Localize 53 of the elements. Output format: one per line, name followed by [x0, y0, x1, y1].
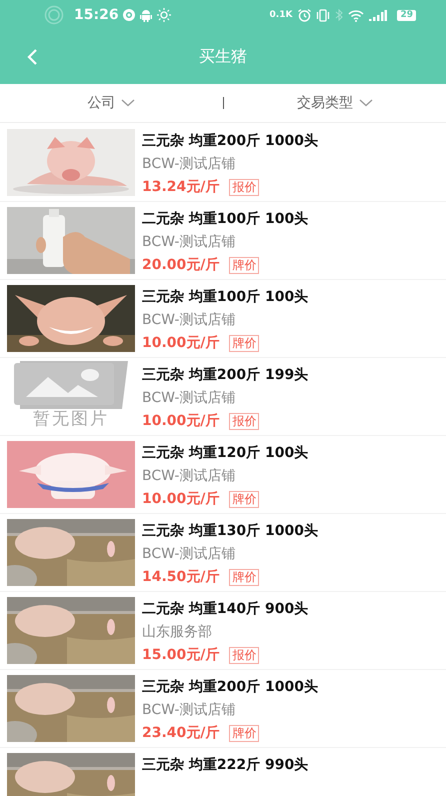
shop-name: BCW-测试店铺: [142, 233, 236, 252]
price-type-label: 牌价: [229, 568, 260, 586]
price-type-label: 牌价: [229, 334, 260, 352]
price-type-label: 报价: [229, 412, 260, 430]
alarm-icon: [298, 8, 312, 22]
listing-title: 三元杂 均重200斤 1000头: [142, 678, 318, 697]
chevron-left-icon: [26, 48, 38, 66]
price-text: 15.00元/斤: [142, 646, 220, 665]
price-type-label: 报价: [229, 178, 260, 196]
shop-name: 山东服务部: [142, 623, 213, 642]
filter-dropdown[interactable]: 交易类型: [292, 90, 377, 116]
wifi-icon: [348, 8, 364, 22]
shop-name: BCW-测试店铺: [142, 467, 236, 486]
listing-title: 三元杂 均重222斤 990头: [142, 756, 308, 775]
shop-name: BCW-测试店铺: [142, 701, 236, 720]
price-type-label: 牌价: [229, 490, 260, 508]
clock-time: 15:26: [74, 7, 119, 23]
brightness-icon: [156, 8, 171, 22]
notification-icon: [122, 9, 135, 21]
chevron-down-icon: [121, 99, 136, 107]
price-text: 23.40元/斤: [142, 724, 220, 743]
price-text: 10.00元/斤: [142, 412, 220, 431]
price-text: 20.00元/斤: [142, 256, 220, 275]
listing-title: 三元杂 均重100斤 100头: [142, 288, 308, 307]
signal-icon: [369, 10, 388, 20]
listing-title: 二元杂 均重100斤 100头: [142, 210, 308, 229]
listing-title: 三元杂 均重130斤 1000头: [142, 522, 318, 541]
price-text: 14.50元/斤: [142, 568, 220, 587]
listing-title: 三元杂 均重200斤 199头: [142, 366, 308, 385]
page-title: 买生猪: [199, 46, 247, 68]
battery-level: 29: [397, 10, 416, 20]
price-type-label: 牌价: [229, 256, 260, 274]
shop-name: BCW-测试店铺: [142, 389, 236, 408]
filter-dropdown[interactable]: 公司: [83, 90, 140, 116]
listing-title: 三元杂 均重120斤 100头: [142, 444, 308, 463]
price-text: 10.00元/斤: [142, 490, 220, 509]
listing-title: 二元杂 均重140斤 900头: [142, 600, 308, 619]
image-placeholder-icon: [12, 359, 130, 409]
vibrate-icon: [316, 8, 330, 22]
price-text: 10.00元/斤: [142, 334, 220, 353]
camera-ring-icon: [44, 5, 64, 25]
listing-title: 三元杂 均重200斤 1000头: [142, 132, 318, 151]
chevron-down-icon: [358, 99, 373, 107]
network-speed: 0.1K: [270, 10, 292, 20]
price-type-label: 报价: [229, 646, 260, 664]
bluetooth-icon: [335, 9, 344, 21]
price-type-label: 牌价: [229, 724, 260, 742]
shop-name: BCW-测试店铺: [142, 311, 236, 330]
shop-name: BCW-测试店铺: [142, 545, 236, 564]
no-image-text: 暂无图片: [33, 409, 109, 429]
price-text: 13.24元/斤: [142, 178, 220, 197]
shop-name: BCW-测试店铺: [142, 155, 236, 174]
android-icon: [140, 8, 152, 22]
